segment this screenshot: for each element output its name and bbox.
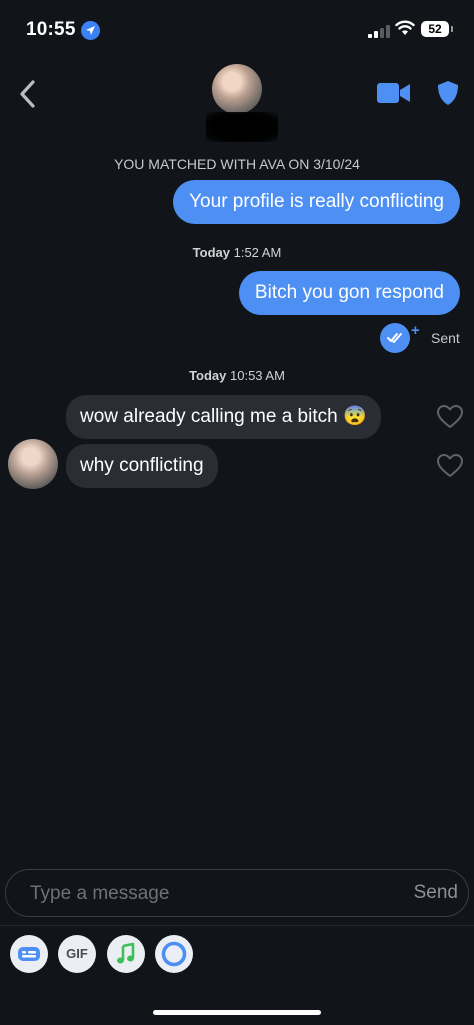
video-call-button[interactable] [377,82,411,109]
match-name-redacted [206,112,278,142]
double-check-icon [387,333,402,343]
shield-icon [438,81,458,105]
location-arrow-icon [81,21,100,40]
incoming-message[interactable]: wow already calling me a bitch 😨 [66,395,381,439]
match-banner: YOU MATCHED WITH AVA ON 3/10/24 [114,156,360,172]
sent-status: Sent [431,330,460,346]
timestamp-time: 10:53 AM [226,368,285,383]
incoming-message[interactable]: why conflicting [66,444,218,488]
chevron-left-icon [20,80,35,108]
timestamp-time: 1:52 AM [230,245,282,260]
gif-icon: GIF [66,946,88,961]
status-bar: 10:55 52 [0,0,474,56]
chat-header [0,56,474,156]
sticker-card-icon [18,947,40,961]
circle-icon [161,941,187,967]
send-button[interactable]: Send [414,882,458,904]
plus-icon[interactable]: + [411,322,420,339]
back-button[interactable] [16,78,40,110]
battery-tip [451,26,453,32]
wifi-icon [395,20,415,41]
music-button[interactable] [107,935,145,973]
like-heart-icon[interactable] [437,454,463,478]
timestamp: Today 1:52 AM [0,245,474,260]
sticker-card-button[interactable] [10,935,48,973]
timestamp-day: Today [192,245,230,260]
timestamp: Today 10:53 AM [0,368,474,383]
outgoing-message[interactable]: Your profile is really conflicting [173,180,460,224]
divider [0,925,474,926]
match-avatar[interactable] [212,64,262,114]
outgoing-message[interactable]: Bitch you gon respond [238,271,460,315]
safety-shield-button[interactable] [437,80,459,111]
video-camera-icon [377,83,410,103]
timestamp-day: Today [189,368,227,383]
cellular-signal-icon [368,24,390,38]
circle-button[interactable] [155,935,193,973]
like-heart-icon[interactable] [437,405,463,429]
message-input[interactable] [28,870,372,918]
read-receipt-icon[interactable] [380,323,410,353]
home-indicator [153,1010,321,1015]
sender-avatar[interactable] [8,439,58,489]
music-note-icon [117,942,135,964]
message-composer: Send [5,869,469,918]
battery-level: 52 [421,21,449,37]
clock: 10:55 [26,19,76,40]
gif-button[interactable]: GIF [58,935,96,973]
